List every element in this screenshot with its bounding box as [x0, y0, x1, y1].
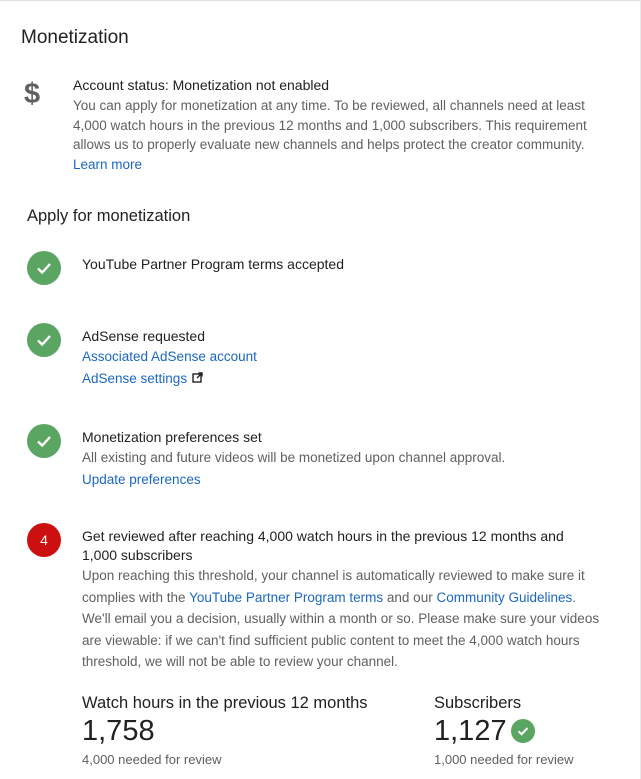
step-2-title: AdSense requested	[82, 328, 205, 344]
adsense-settings-label: AdSense settings	[82, 370, 188, 386]
subscribers-metric: Subscribers 1,127 1,000 needed for revie…	[434, 692, 573, 769]
update-preferences-link[interactable]: Update preferences	[82, 469, 602, 491]
subscribers-value: 1,127	[434, 715, 507, 747]
learn-more-link[interactable]: Learn more	[73, 157, 142, 172]
subscribers-check-icon	[510, 719, 535, 743]
page-title: Monetization	[21, 27, 129, 48]
step-1: YouTube Partner Program terms accepted	[82, 255, 602, 274]
apply-section-title: Apply for monetization	[27, 207, 191, 225]
community-guidelines-link[interactable]: Community Guidelines	[436, 590, 572, 605]
account-status-section: Account status: Monetization not enabled…	[73, 76, 593, 174]
step-3-description: All existing and future videos will be m…	[82, 450, 506, 465]
step-2-check-icon	[27, 323, 61, 357]
step-3-check-icon	[27, 424, 61, 458]
external-link-icon	[192, 368, 203, 390]
watch-hours-metric: Watch hours in the previous 12 months 1,…	[82, 692, 368, 769]
step-3-title: Monetization preferences set	[82, 429, 262, 445]
watch-hours-value: 1,758	[82, 715, 155, 747]
step-4-description: Upon reaching this threshold, your chann…	[82, 565, 602, 673]
account-description-text: You can apply for monetization at any ti…	[73, 98, 587, 152]
step-3: Monetization preferences set All existin…	[82, 428, 602, 490]
step-4-number-badge: 4	[27, 523, 61, 557]
step-1-check-icon	[27, 251, 61, 285]
dollar-icon: $	[24, 78, 41, 110]
subscribers-sub: 1,000 needed for review	[434, 752, 574, 767]
adsense-settings-link[interactable]: AdSense settings	[82, 368, 602, 390]
account-status-text: Account status: Monetization not enabled	[73, 77, 330, 93]
step-4-desc-part2: and our	[383, 589, 437, 605]
ypp-terms-link[interactable]: YouTube Partner Program terms	[189, 590, 383, 605]
step-4: Get reviewed after reaching 4,000 watch …	[82, 527, 602, 673]
step-4-title: Get reviewed after reaching 4,000 watch …	[82, 528, 564, 563]
account-description: You can apply for monetization at any ti…	[73, 96, 593, 174]
subscribers-label: Subscribers	[434, 694, 522, 712]
watch-hours-label: Watch hours in the previous 12 months	[82, 694, 368, 712]
associated-adsense-account-link[interactable]: Associated AdSense account	[82, 346, 602, 368]
step-2: AdSense requested Associated AdSense acc…	[82, 327, 602, 390]
step-1-title: YouTube Partner Program terms accepted	[82, 256, 344, 272]
watch-hours-sub: 4,000 needed for review	[82, 752, 222, 767]
top-divider	[0, 0, 641, 1]
subscribers-value-row: 1,127	[434, 714, 573, 748]
